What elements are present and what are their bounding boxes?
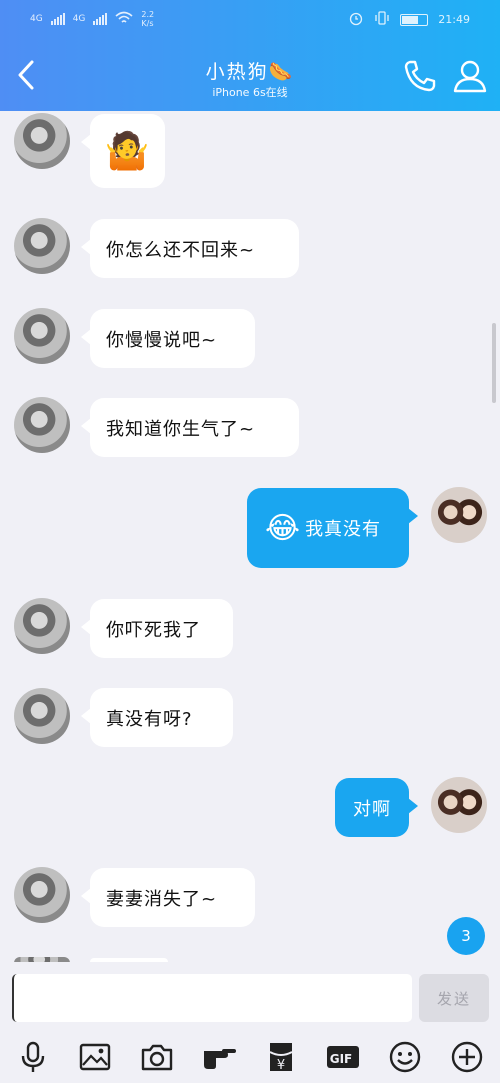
emoji-icon[interactable] [385,1037,425,1077]
message-bubble[interactable]: 你怎么还不回来~ [81,219,299,278]
signal-icon-2 [93,13,108,25]
message-text: 你慢慢说吧~ [106,329,218,351]
contact-avatar[interactable] [14,113,70,169]
battery-icon [400,13,429,26]
contact-avatar[interactable] [14,688,70,744]
unread-count-badge[interactable]: 3 [447,917,485,955]
message-text: 真没有呀? [106,708,193,730]
online-status: iPhone 6s在线 [212,86,288,99]
contact-avatar[interactable] [14,308,70,364]
message-bubble-own[interactable]: 对啊 [335,778,418,837]
alarm-icon [348,10,364,29]
message-bubble[interactable]: 妻妻消失了~ [81,868,255,927]
contact-avatar[interactable] [14,598,70,654]
message-bubble[interactable]: 你慢慢说吧~ [81,309,255,368]
laughing-emoji: 😂 [265,510,302,546]
back-button[interactable] [10,58,44,92]
message-text: 我真没有 [305,519,382,540]
message-text: 你吓死我了 [106,619,201,641]
svg-text:¥: ¥ [277,1058,285,1073]
clock: 21:49 [438,13,470,26]
signal-icon [50,13,65,25]
network-type-2: 4G [72,14,86,24]
contact-avatar[interactable] [14,397,70,453]
input-toolbar: ¥ GIF [0,1037,500,1077]
svg-text:GIF: GIF [330,1052,353,1066]
message-bubble[interactable]: 真没有呀? [81,688,233,747]
microphone-icon[interactable] [13,1037,53,1077]
wifi-icon [115,11,133,28]
network-speed: 2.2 K/s [141,10,155,28]
shrug-emoji: 🤷 [104,131,151,172]
poke-icon[interactable] [199,1037,239,1077]
my-avatar[interactable] [431,777,487,833]
vibrate-icon [374,10,390,29]
chat-header: 4G 4G 2.2 K/s 21:49 小热狗🌭 iPhone 6s在线 [0,0,500,111]
message-bubble[interactable]: 🤷 [81,114,165,188]
network-type-1: 4G [30,14,43,24]
plus-icon[interactable] [447,1037,487,1077]
phone-call-button[interactable] [402,58,438,94]
message-bubble[interactable]: 我知道你生气了~ [81,398,299,457]
send-button[interactable]: 发送 [419,974,489,1022]
camera-icon[interactable] [137,1037,177,1077]
contact-avatar[interactable] [14,867,70,923]
status-bar: 4G 4G 2.2 K/s 21:49 [0,0,500,36]
contact-avatar[interactable] [14,218,70,274]
input-area: 发送 ¥ GIF [0,962,500,1083]
my-avatar[interactable] [431,487,487,543]
image-icon[interactable] [75,1037,115,1077]
gif-icon[interactable]: GIF [323,1037,363,1077]
red-packet-icon[interactable]: ¥ [261,1037,301,1077]
profile-button[interactable] [452,58,488,94]
scrollbar[interactable] [492,323,496,403]
message-text: 妻妻消失了~ [106,888,218,910]
chat-title: 小热狗🌭 [205,61,295,83]
message-input[interactable] [12,974,412,1022]
message-text: 对啊 [353,798,391,820]
message-text: 你怎么还不回来~ [106,239,256,261]
message-bubble[interactable]: 你吓死我了 [81,599,233,658]
message-bubble-own[interactable]: 😂 我真没有 [247,488,418,568]
message-text: 我知道你生气了~ [106,418,256,440]
